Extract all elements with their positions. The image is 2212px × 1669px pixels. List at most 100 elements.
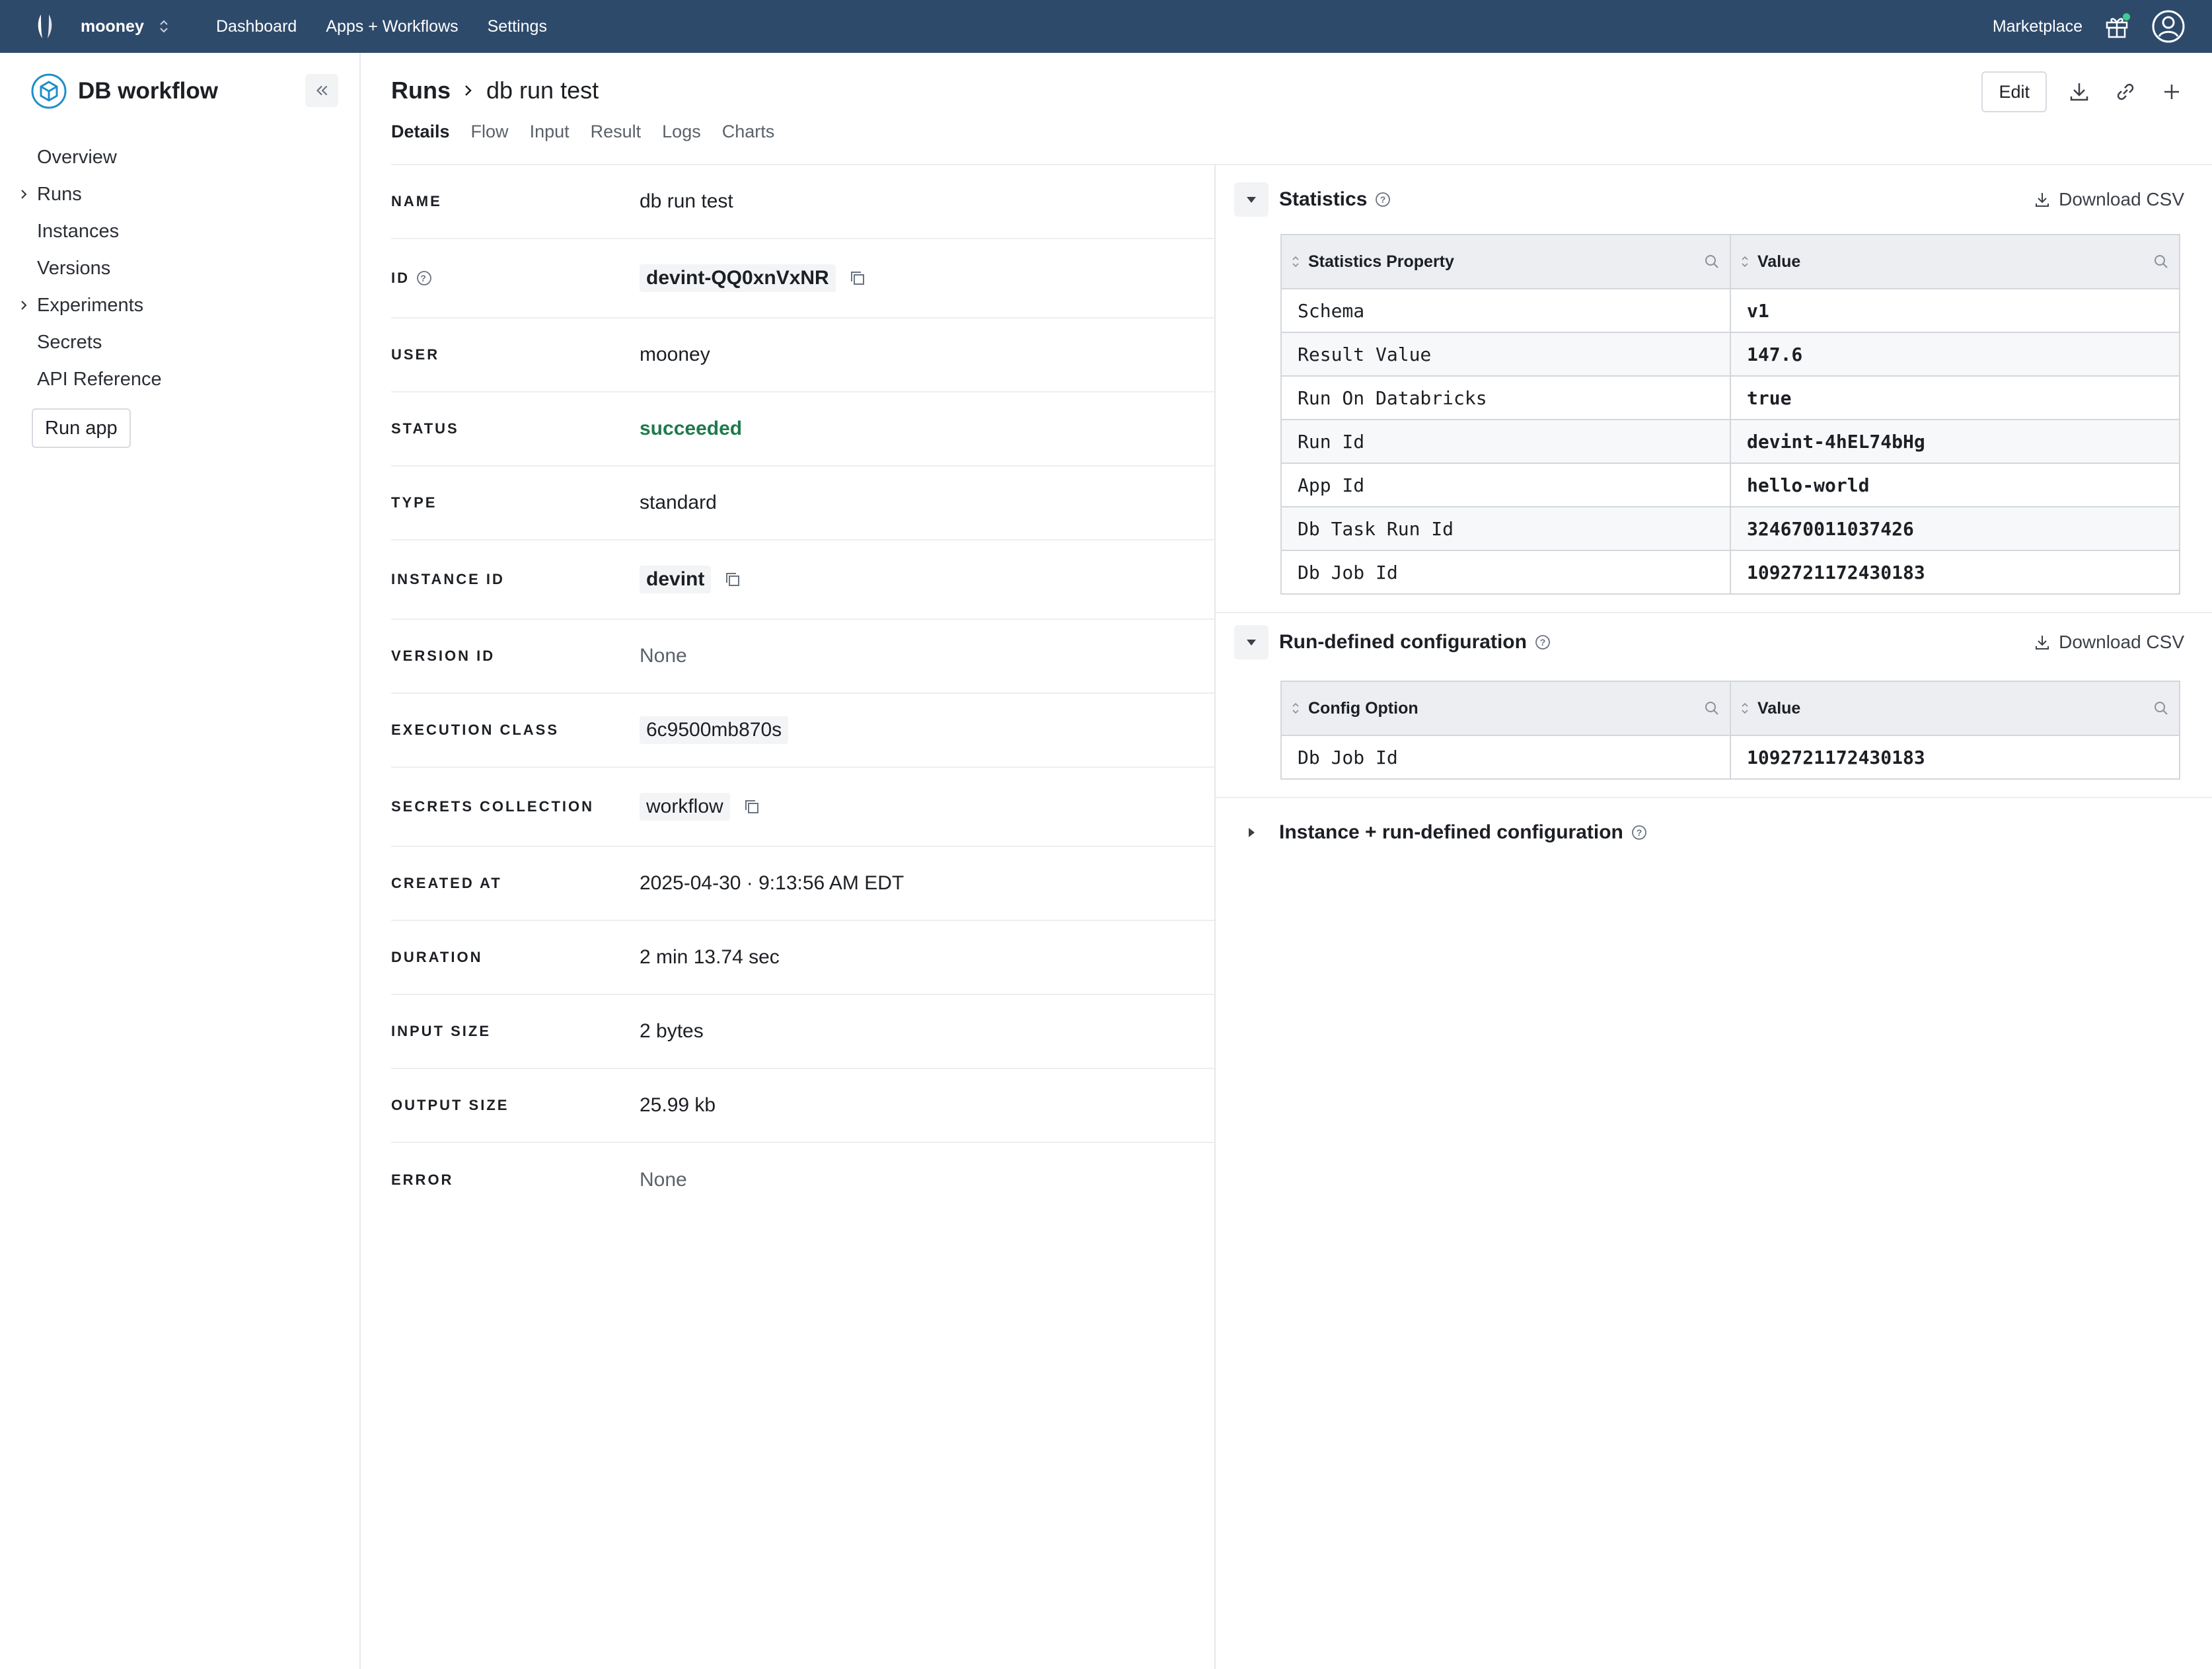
tab-bar: Details Flow Input Result Logs Charts (391, 122, 774, 142)
sidebar-item-runs[interactable]: Runs (21, 176, 162, 213)
page-toolbar: Edit (1981, 71, 2186, 112)
marketplace-link[interactable]: Marketplace (1993, 17, 2083, 36)
nav-apps-workflows[interactable]: Apps + Workflows (326, 17, 458, 36)
breadcrumb-runs-link[interactable]: Runs (391, 77, 451, 104)
duration-value: 2 min 13.74 sec (640, 946, 780, 968)
account-switcher[interactable]: mooney (81, 0, 169, 53)
svg-text:?: ? (1380, 194, 1386, 205)
search-icon[interactable] (1703, 700, 1720, 717)
column-header-label: Statistics Property (1308, 252, 1454, 271)
sidebar: DB workflow Overview Runs Instances Vers… (0, 53, 361, 1669)
tab-logs[interactable]: Logs (662, 122, 701, 142)
detail-row-id: ID ? devint-QQ0xnVxNR (391, 239, 1214, 318)
help-circle-icon[interactable]: ? (1535, 634, 1551, 650)
copy-icon[interactable] (742, 797, 762, 817)
detail-label: NAME (391, 193, 442, 209)
sidebar-item-versions[interactable]: Versions (37, 250, 162, 287)
help-circle-icon[interactable]: ? (1375, 192, 1391, 207)
run-config-download-csv-button[interactable]: Download CSV (2032, 632, 2184, 653)
statistics-section-header: Statistics ? Download CSV (1216, 165, 2212, 234)
table-header-row: Config Option Value (1280, 681, 2180, 736)
column-header-label: Config Option (1308, 698, 1419, 718)
cell-value: 1092721172430183 (1730, 550, 2180, 595)
column-header-config-option[interactable]: Config Option (1280, 681, 1731, 736)
statistics-table: Statistics Property Value Schema v1 Resu… (1280, 234, 2180, 595)
chevron-right-icon[interactable] (18, 187, 29, 202)
sidebar-item-overview[interactable]: Overview (37, 139, 162, 176)
run-config-toggle[interactable] (1234, 625, 1269, 659)
sidebar-item-api-reference[interactable]: API Reference (37, 361, 162, 398)
detail-value: None (640, 1169, 687, 1191)
column-header-value[interactable]: Value (1730, 681, 2180, 736)
table-row: Db Task Run Id 324670011037426 (1280, 506, 2180, 551)
detail-row-error: ERROR None (391, 1143, 1214, 1217)
tab-flow[interactable]: Flow (471, 122, 509, 142)
detail-value: 2 bytes (640, 1020, 704, 1043)
detail-row-created-at: CREATED AT 2025-04-30 · 9:13:56 AM EDT (391, 847, 1214, 921)
instance-config-title: Instance + run-defined configuration ? (1279, 821, 1647, 844)
nav-settings[interactable]: Settings (488, 17, 547, 36)
detail-row-status: STATUS succeeded (391, 392, 1214, 466)
copy-icon[interactable] (723, 570, 743, 589)
caret-right-icon (1249, 828, 1255, 837)
sort-icon[interactable] (1740, 254, 1750, 269)
copy-icon[interactable] (848, 268, 867, 288)
search-icon[interactable] (1703, 253, 1720, 270)
sidebar-item-label: Experiments (37, 294, 144, 316)
help-circle-icon[interactable]: ? (1631, 825, 1647, 840)
sidebar-item-instances[interactable]: Instances (37, 213, 162, 250)
table-row: Run Id devint-4hEL74bHg (1280, 419, 2180, 464)
svg-text:?: ? (1540, 637, 1546, 648)
right-panel: Statistics ? Download CSV Statistics Pro… (1216, 165, 2212, 867)
sidebar-item-secrets[interactable]: Secrets (37, 324, 162, 361)
search-icon[interactable] (2153, 253, 2170, 270)
cell-property: Run On Databricks (1280, 375, 1731, 420)
secrets-collection-chip[interactable]: workflow (640, 793, 730, 821)
sort-icon[interactable] (1291, 701, 1300, 716)
cell-value: v1 (1730, 288, 2180, 333)
run-config-table: Config Option Value Db Job Id 1092721172… (1280, 681, 2180, 780)
statistics-toggle[interactable] (1234, 182, 1269, 217)
statistics-download-csv-button[interactable]: Download CSV (2032, 189, 2184, 210)
detail-row-duration: DURATION 2 min 13.74 sec (391, 921, 1214, 995)
link-icon[interactable] (2112, 78, 2139, 106)
edit-button[interactable]: Edit (1981, 71, 2047, 112)
user-avatar-icon[interactable] (2151, 9, 2186, 44)
sidebar-item-experiments[interactable]: Experiments (21, 287, 162, 324)
sort-icon[interactable] (1740, 701, 1750, 716)
chevron-right-icon[interactable] (18, 298, 29, 313)
cell-property: App Id (1280, 463, 1731, 507)
nav-dashboard[interactable]: Dashboard (216, 17, 297, 36)
detail-value: mooney (640, 344, 710, 366)
detail-value: workflow (640, 793, 762, 821)
gift-button[interactable] (2104, 13, 2130, 40)
cell-property: Schema (1280, 288, 1731, 333)
tab-input[interactable]: Input (530, 122, 570, 142)
column-header-value[interactable]: Value (1730, 234, 2180, 289)
logo-icon[interactable] (32, 11, 58, 42)
search-icon[interactable] (2153, 700, 2170, 717)
sort-icon[interactable] (1291, 254, 1300, 269)
detail-row-instance-id: INSTANCE ID devint (391, 540, 1214, 620)
detail-label: OUTPUT SIZE (391, 1097, 509, 1113)
tab-result[interactable]: Result (591, 122, 642, 142)
instance-config-title-text: Instance + run-defined configuration (1279, 821, 1623, 843)
tab-details[interactable]: Details (391, 122, 450, 142)
instance-config-toggle[interactable] (1234, 815, 1269, 850)
column-header-property[interactable]: Statistics Property (1280, 234, 1731, 289)
type-value: standard (640, 492, 717, 513)
cell-value: true (1730, 375, 2180, 420)
download-icon[interactable] (2065, 78, 2093, 106)
instance-id-chip[interactable]: devint (640, 566, 712, 593)
run-app-button[interactable]: Run app (32, 408, 131, 448)
output-size-value: 25.99 kb (640, 1094, 716, 1116)
collapse-sidebar-button[interactable] (305, 74, 338, 107)
version-id-value: None (640, 645, 687, 667)
detail-value: 2 min 13.74 sec (640, 946, 780, 969)
tab-charts[interactable]: Charts (722, 122, 775, 142)
table-header-row: Statistics Property Value (1280, 234, 2180, 289)
detail-row-input-size: INPUT SIZE 2 bytes (391, 995, 1214, 1069)
detail-row-user: USER mooney (391, 318, 1214, 392)
plus-icon[interactable] (2158, 78, 2186, 106)
help-circle-icon[interactable]: ? (416, 270, 432, 286)
